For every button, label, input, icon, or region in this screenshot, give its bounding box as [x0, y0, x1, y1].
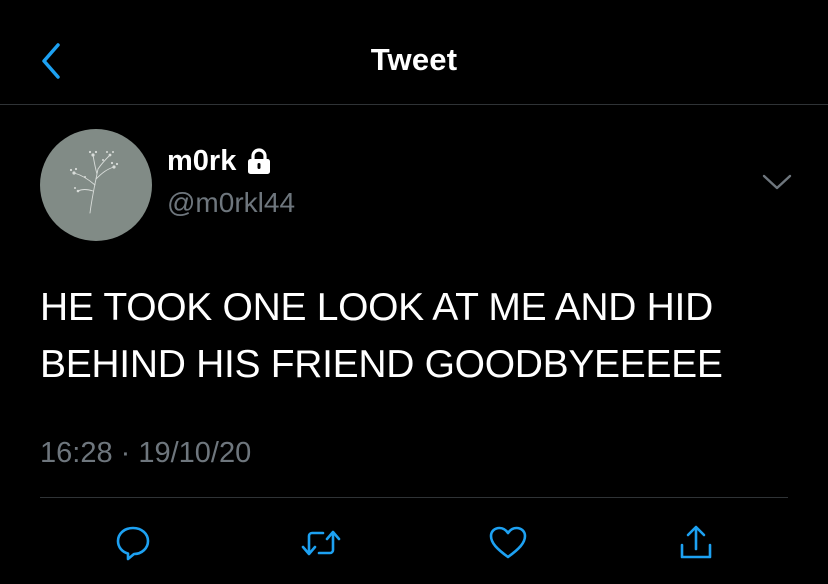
reply-button[interactable] [111, 521, 155, 565]
avatar[interactable] [40, 129, 152, 241]
share-icon [680, 525, 712, 559]
top-navigation-bar: Tweet [0, 0, 828, 105]
tweet-menu-button[interactable] [760, 170, 794, 194]
flower-sketch-image [69, 150, 119, 214]
tweet-date: 19/10/20 [138, 437, 252, 469]
retweet-icon [301, 530, 341, 556]
tweet-text-line: BEHIND HIS FRIEND GOODBYEEEEE [40, 343, 723, 386]
tweet-text: HE TOOK ONE LOOK AT ME AND HID BEHIND HI… [40, 279, 800, 393]
share-button[interactable] [674, 521, 718, 565]
like-button[interactable] [486, 521, 530, 565]
divider [40, 497, 788, 498]
page-title: Tweet [370, 42, 458, 77]
tweet-timestamp: 16:28 · 19/10/20 [40, 437, 251, 470]
retweet-button[interactable] [299, 521, 343, 565]
tweet-time: 16:28 [40, 437, 113, 469]
reply-icon [116, 526, 150, 561]
display-name-text: m0rk [167, 145, 237, 177]
timestamp-separator: · [112, 437, 139, 469]
chevron-down-icon [762, 174, 792, 190]
display-name[interactable]: m0rk [167, 145, 272, 178]
user-handle[interactable]: @m0rkl44 [167, 187, 295, 219]
lock-icon [248, 147, 271, 174]
heart-icon [489, 526, 527, 559]
tweet-text-line: HE TOOK ONE LOOK AT ME AND HID [40, 286, 713, 329]
